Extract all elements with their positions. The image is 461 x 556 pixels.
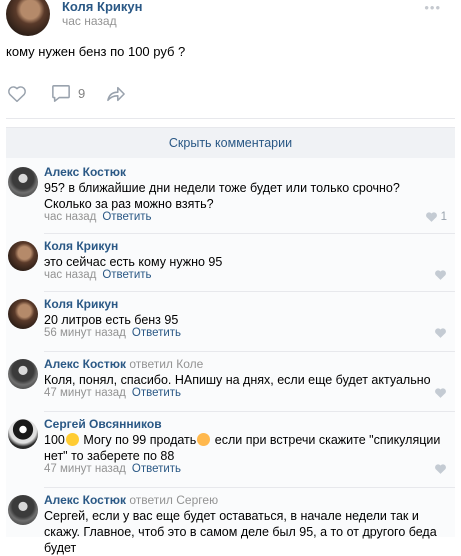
comment-separator [44,487,455,488]
comment-separator [44,291,455,292]
comment-avatar[interactable] [8,359,38,389]
comment-meta: 56 минут назад Ответить [44,327,181,339]
post-author-name[interactable]: Коля Крикун [62,0,142,14]
comment-author[interactable]: Алекс Костюк ответил Коле [44,357,203,371]
comments-panel: Скрыть комментарии Алекс Костюк 95? в бл… [6,127,455,555]
heart-icon [425,212,437,222]
heart-icon [435,328,446,338]
comment-avatar[interactable] [8,241,38,271]
share-button[interactable] [106,85,126,103]
comment-separator [44,351,455,352]
heart-icon [435,270,446,280]
reply-to-label[interactable]: ответил Сергею [129,493,218,507]
comment-avatar[interactable] [8,299,38,329]
reply-button[interactable]: Ответить [132,387,181,399]
comment-text: 95? в ближайшие дни недели тоже будет ил… [44,181,400,211]
grin-emoji-icon [65,433,79,446]
comment-text: Сергей, если у вас еще будет оставаться,… [44,509,437,555]
comment-like-count: 1 [440,211,447,223]
comment-meta: 47 минут назад Ответить [44,463,181,475]
like-button[interactable] [7,85,27,103]
comment-time[interactable]: 56 минут назад [44,327,126,339]
comment-like-button[interactable] [434,327,447,339]
share-arrow-icon [107,86,125,102]
comment-author[interactable]: Алекс Костюк [44,165,126,179]
comment-like-button[interactable] [434,387,447,399]
comment-icon [52,85,70,102]
more-options-icon[interactable]: ••• [424,0,441,15]
comment-separator [44,411,455,412]
comment-time[interactable]: час назад [44,269,96,281]
comment-separator [44,233,455,234]
comment-like-button[interactable] [434,463,447,475]
comment-time[interactable]: час назад [44,211,96,223]
comment-author[interactable]: Коля Крикун [44,297,118,311]
comment-author[interactable]: Алекс Костюк ответил Сергею [44,493,218,507]
comment-meta: час назад Ответить [44,269,152,281]
comment-text: 100 Могу по 99 продать если при встречи … [44,433,441,463]
comment-time[interactable]: 47 минут назад [44,463,126,475]
comment-text: Коля, понял, спасибо. НАпишу на днях, ес… [44,373,431,387]
post-author-avatar[interactable] [6,0,50,36]
comment-time[interactable]: 47 минут назад [44,387,126,399]
heart-icon [435,464,446,474]
comment-author[interactable]: Сергей Овсянников [44,417,162,431]
comment-meta: час назад Ответить [44,211,152,223]
comment-count: 9 [78,86,86,101]
comment-avatar[interactable] [8,495,38,525]
comment-like-button[interactable]: 1 [425,211,447,223]
comment-text: это сейчас есть кому нужно 95 [44,255,223,269]
reply-button[interactable]: Ответить [102,269,151,281]
heart-icon [435,388,446,398]
post-timestamp[interactable]: час назад [62,14,117,28]
comment-meta: 47 минут назад Ответить [44,387,181,399]
post-text: кому нужен бенз по 100 руб ? [6,44,186,59]
post-header: Коля Крикун час назад ••• [0,0,461,36]
comment-avatar[interactable] [8,419,38,449]
comment-author[interactable]: Коля Крикун [44,239,118,253]
heart-icon [8,86,26,103]
smirk-emoji-icon [197,433,211,446]
post-actions: 9 [0,82,461,108]
comment-like-button[interactable] [434,269,447,281]
reply-button[interactable]: Ответить [132,463,181,475]
hide-comments-button[interactable]: Скрыть комментарии [6,128,455,158]
comment-text: 20 литров есть бенз 95 [44,313,179,327]
comment-avatar[interactable] [8,167,38,197]
reply-button[interactable]: Ответить [102,211,151,223]
post-divider [6,118,455,119]
comment-button[interactable]: 9 [51,84,85,103]
reply-to-label[interactable]: ответил Коле [129,357,203,371]
reply-button[interactable]: Ответить [132,327,181,339]
